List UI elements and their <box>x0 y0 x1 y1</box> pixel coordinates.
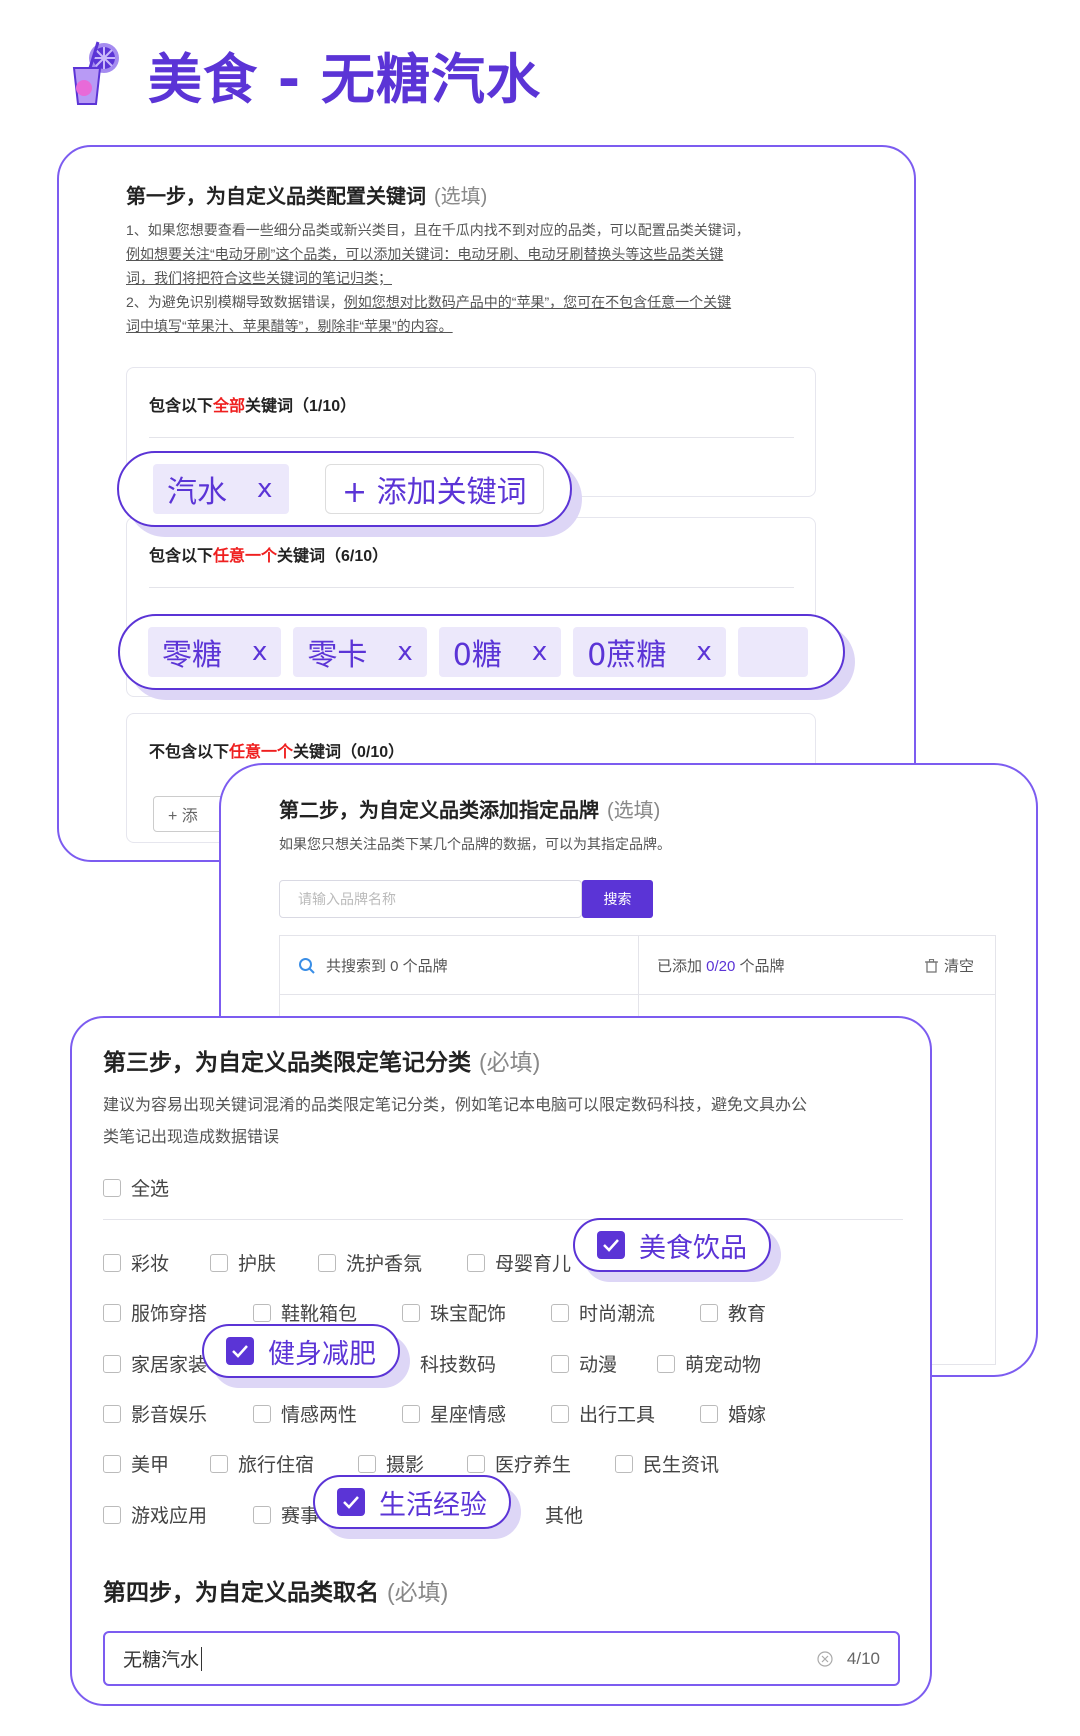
checked-category-life-tips[interactable]: 生活经验 <box>313 1475 511 1529</box>
category-checkbox[interactable]: 动漫 <box>551 1350 617 1377</box>
page-title: 美食 - 无糖汽水 <box>148 47 542 111</box>
category-checkbox[interactable]: 医疗养生 <box>467 1450 571 1477</box>
select-all-checkbox[interactable]: 全选 <box>103 1174 169 1201</box>
category-checkbox[interactable]: 服饰穿搭 <box>103 1299 207 1326</box>
drink-icon <box>72 41 119 105</box>
remove-tag-icon[interactable]: x <box>397 637 412 667</box>
step4-title: 第四步，为自定义品类取名 (必填) <box>103 1579 449 1605</box>
checkbox-box <box>103 1178 121 1197</box>
category-checkbox[interactable]: 星座情感 <box>402 1400 506 1427</box>
text-caret <box>201 1646 203 1671</box>
category-checkbox[interactable]: 家居家装 <box>103 1350 207 1377</box>
step1-description: 1、如果您想要查看一些细分品类或新兴类目，且在千瓜内找不到对应的品类，可以配置品… <box>126 222 750 334</box>
divider <box>103 1219 903 1220</box>
category-name-value: 无糖汽水 <box>123 1650 200 1671</box>
trash-icon <box>925 958 938 973</box>
category-checkbox[interactable]: 游戏应用 <box>103 1501 207 1528</box>
keyword-tag: 0蔗糖 x <box>573 627 726 677</box>
category-checkbox[interactable]: 美甲 <box>103 1450 169 1477</box>
step2-title: 第二步，为自定义品类添加指定品牌 (选填) <box>279 800 661 822</box>
brand-search-input[interactable]: 请输入品牌名称 <box>279 880 582 918</box>
checkmark-icon <box>226 1337 254 1365</box>
divider <box>149 587 794 588</box>
category-checkbox[interactable]: 民生资讯 <box>615 1450 719 1477</box>
group-all-heading: 包含以下全部关键词（1/10） <box>149 398 357 415</box>
keyword-tag-partial <box>737 627 808 677</box>
step2-description: 如果您只想关注品类下某几个品牌的数据，可以为其指定品牌。 <box>279 836 671 852</box>
step3-title: 第三步，为自定义品类限定笔记分类 (必填) <box>103 1049 541 1075</box>
keyword-tag: 零卡 x <box>293 627 427 677</box>
clear-brands-button[interactable]: 清空 <box>925 955 974 976</box>
brand-added-count: 已添加 0/20 个品牌 <box>657 958 785 975</box>
category-checkbox[interactable]: 鞋靴箱包 <box>253 1299 357 1326</box>
remove-tag-icon[interactable]: x <box>257 474 272 504</box>
brand-search-result: 共搜索到 0 个品牌 <box>298 955 448 976</box>
keyword-tag: 零糖 x <box>148 627 282 677</box>
group-any-heading: 包含以下任意一个关键词（6/10） <box>149 548 389 565</box>
search-icon <box>299 957 315 974</box>
category-checkbox[interactable]: 护肤 <box>210 1249 276 1276</box>
category-checkbox[interactable]: 时尚潮流 <box>551 1299 655 1326</box>
all-keywords-callout: 汽水 x + 添加关键词 <box>117 451 572 527</box>
category-checkbox[interactable]: 旅行住宿 <box>210 1450 314 1477</box>
checkmark-icon <box>337 1488 365 1516</box>
category-checkbox[interactable]: 教育 <box>700 1299 766 1326</box>
category-checkbox[interactable]: 珠宝配饰 <box>402 1299 506 1326</box>
remove-tag-icon[interactable]: x <box>252 637 267 667</box>
clear-input-icon[interactable] <box>817 1650 833 1667</box>
category-checkbox[interactable]: 婚嫁 <box>700 1400 766 1427</box>
category-checkbox[interactable]: 彩妆 <box>103 1249 169 1276</box>
step1-title: 第一步，为自定义品类配置关键词 (选填) <box>126 186 488 208</box>
category-name-input[interactable]: 无糖汽水 4/10 <box>103 1631 900 1686</box>
checked-category-fitness[interactable]: 健身减肥 <box>202 1324 400 1378</box>
category-checkbox[interactable]: 母婴育儿 <box>467 1249 571 1276</box>
remove-tag-icon[interactable]: x <box>696 637 711 667</box>
add-keyword-button[interactable]: + 添加关键词 <box>325 464 544 514</box>
divider <box>149 437 794 438</box>
category-checkbox[interactable]: 赛事 <box>253 1501 319 1528</box>
category-checkbox[interactable]: 影音娱乐 <box>103 1400 207 1427</box>
category-checkbox[interactable]: 其他 <box>531 1501 583 1528</box>
divider <box>279 994 996 995</box>
step3-description: 建议为容易出现关键词混淆的品类限定笔记分类，例如笔记本电脑可以限定数码科技，避免… <box>103 1097 808 1146</box>
category-checkbox[interactable]: 摄影 <box>358 1450 424 1477</box>
remove-tag-icon[interactable]: x <box>532 637 547 667</box>
any-keywords-callout: 零糖 x 零卡 x 0糖 x 0蔗糖 x <box>118 614 845 690</box>
category-checkbox[interactable]: 洗护香氛 <box>318 1249 422 1276</box>
category-checkbox[interactable]: 科技数码 <box>402 1350 496 1377</box>
category-checkbox[interactable]: 情感两性 <box>253 1400 357 1427</box>
char-counter: 4/10 <box>846 1648 880 1668</box>
keyword-tag: 汽水 x <box>153 464 289 514</box>
category-checkbox[interactable]: 萌宠动物 <box>657 1350 761 1377</box>
checked-category-food-drink[interactable]: 美食饮品 <box>573 1218 771 1272</box>
checkmark-icon <box>597 1231 625 1259</box>
keyword-tag: 0糖 x <box>438 627 562 677</box>
brand-search-button[interactable]: 搜索 <box>582 880 653 918</box>
page-header: 美食 - 无糖汽水 <box>60 34 541 114</box>
group-none-heading: 不包含以下任意一个关键词（0/10） <box>149 744 405 761</box>
category-checkbox[interactable]: 出行工具 <box>551 1400 655 1427</box>
